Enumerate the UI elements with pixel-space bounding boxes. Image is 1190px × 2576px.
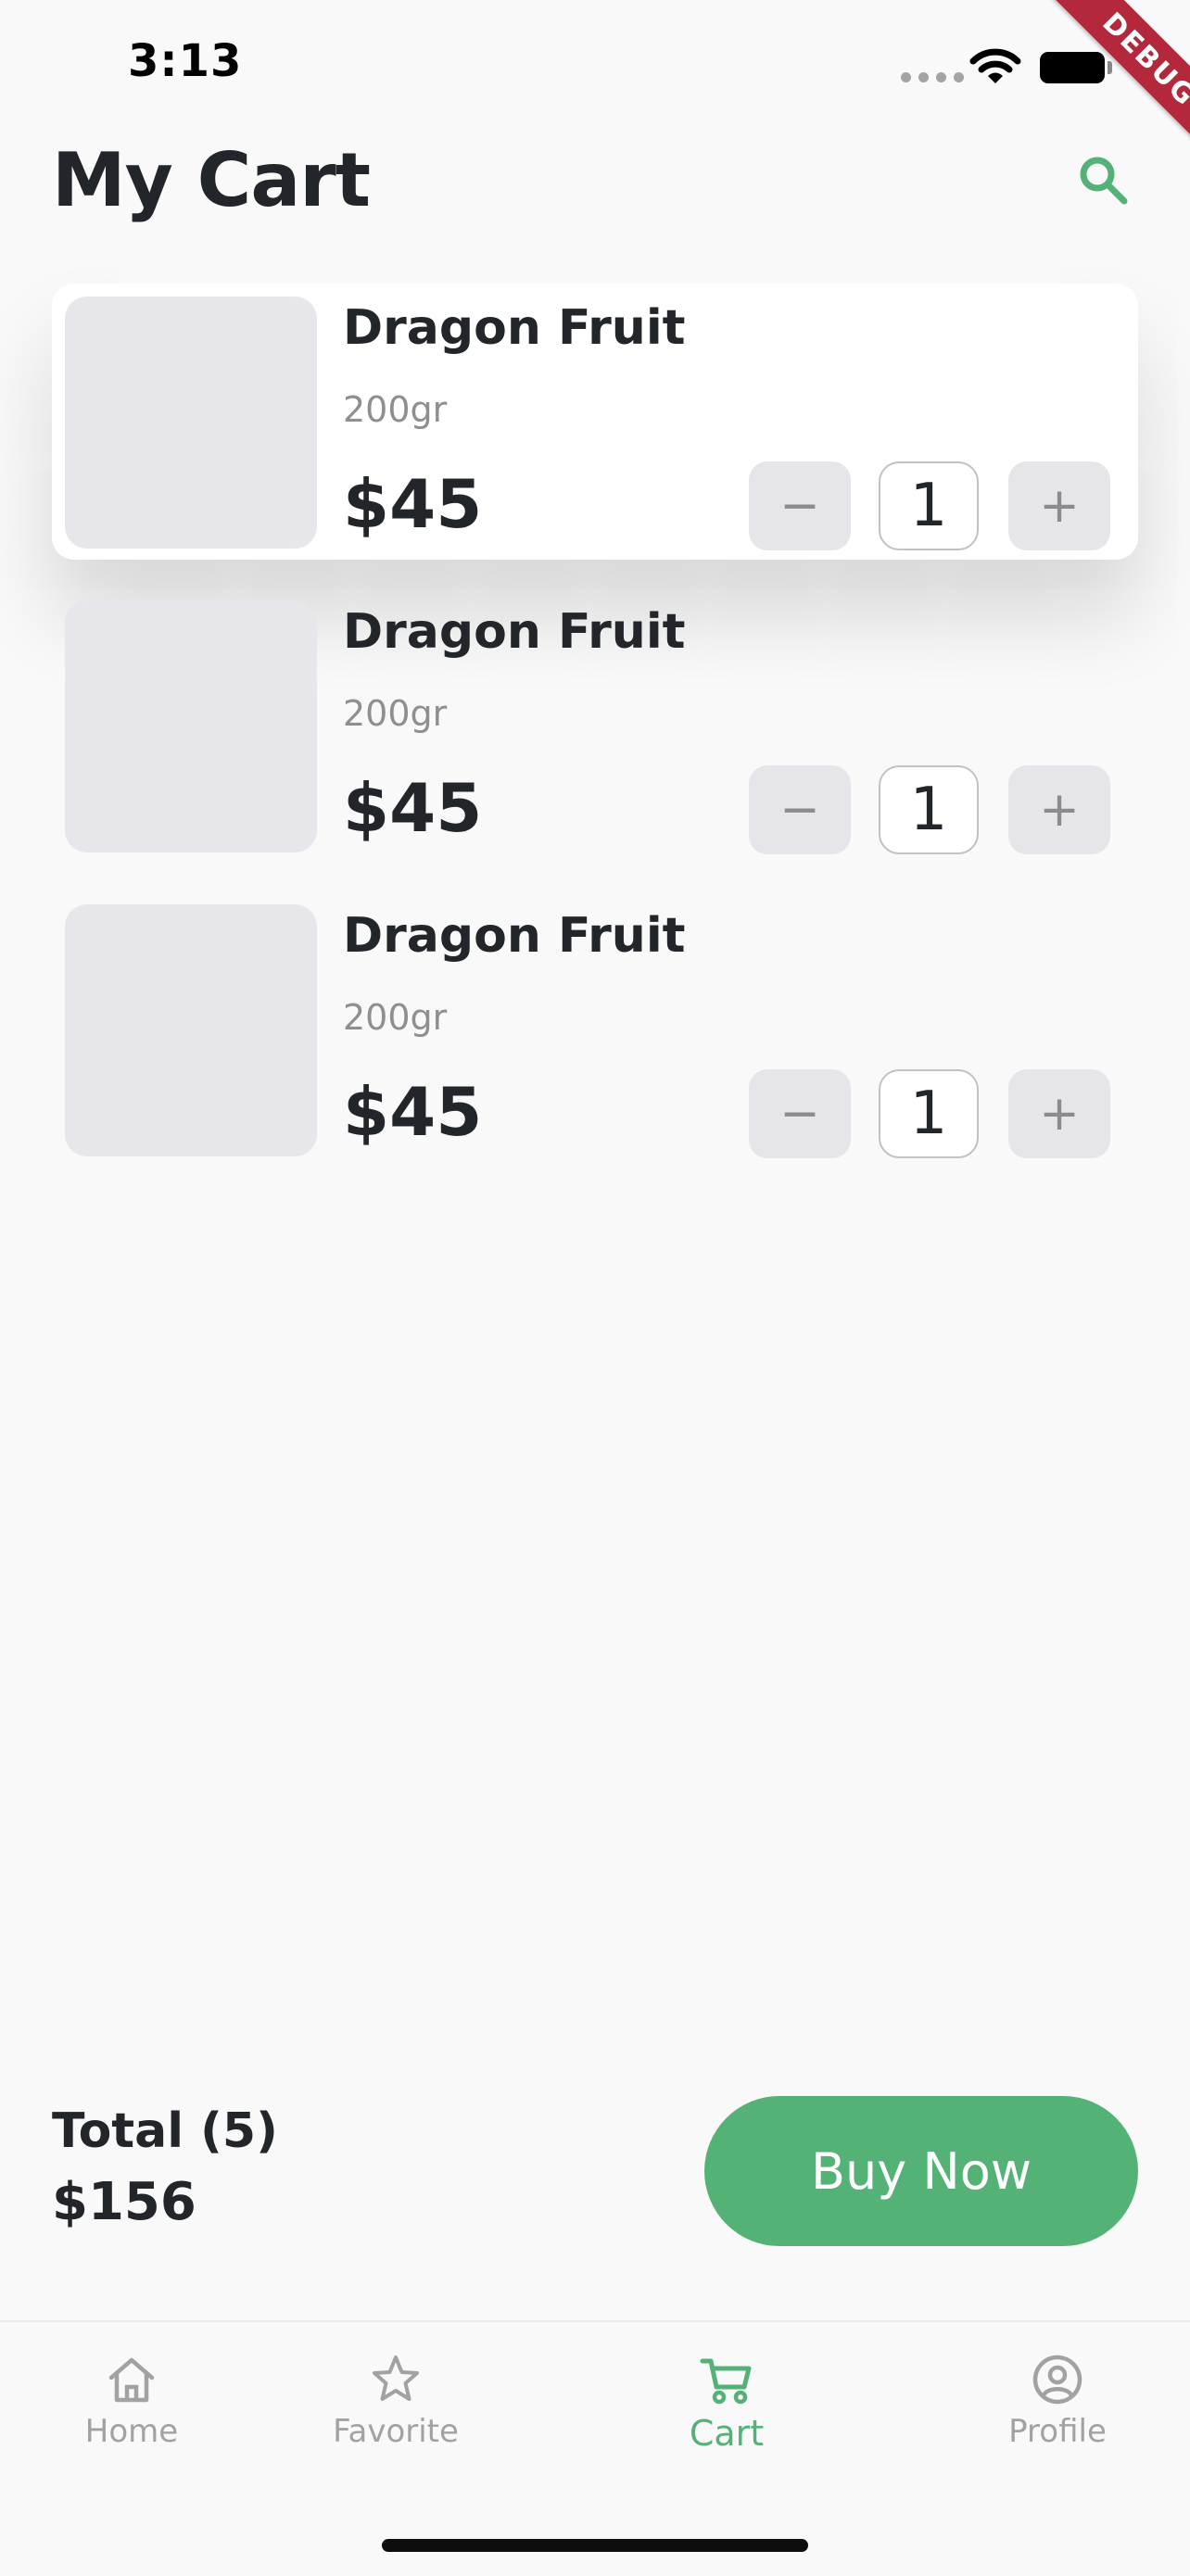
nav-item-favorite[interactable]: Favorite xyxy=(303,2352,488,2450)
cart-item[interactable]: Dragon Fruit 200gr $45 − 1 + xyxy=(52,587,1138,864)
product-name: Dragon Fruit xyxy=(343,604,686,660)
increase-quantity-button[interactable]: + xyxy=(1008,765,1110,854)
quantity-value: 1 xyxy=(879,765,979,854)
product-image xyxy=(65,297,317,549)
product-weight: 200gr xyxy=(343,997,448,1038)
nav-label-home: Home xyxy=(84,2413,179,2450)
nav-label-profile: Profile xyxy=(1008,2413,1107,2450)
product-name: Dragon Fruit xyxy=(343,908,686,964)
product-image xyxy=(65,600,317,852)
wifi-icon xyxy=(969,48,1021,83)
nav-item-profile[interactable]: Profile xyxy=(965,2352,1150,2450)
star-icon xyxy=(373,2355,419,2401)
nav-label-cart: Cart xyxy=(689,2413,765,2454)
search-icon[interactable] xyxy=(1075,152,1131,208)
cart-icon xyxy=(700,2358,752,2405)
buy-now-button[interactable]: Buy Now xyxy=(704,2096,1138,2246)
page-title: My Cart xyxy=(52,137,371,223)
increase-quantity-button[interactable]: + xyxy=(1008,1069,1110,1158)
battery-cap xyxy=(1108,61,1112,74)
decrease-quantity-button[interactable]: − xyxy=(749,461,851,550)
battery-icon xyxy=(1040,52,1105,83)
product-price: $45 xyxy=(343,769,483,847)
nav-item-cart[interactable]: Cart xyxy=(634,2352,819,2454)
status-time: 3:13 xyxy=(128,35,243,87)
total-label: Total (5) xyxy=(52,2103,278,2159)
total-amount: $156 xyxy=(52,2172,196,2232)
home-icon xyxy=(108,2357,155,2403)
decrease-quantity-button[interactable]: − xyxy=(749,1069,851,1158)
product-weight: 200gr xyxy=(343,693,448,734)
cellular-signal-icon xyxy=(901,72,964,82)
product-weight: 200gr xyxy=(343,389,448,430)
profile-icon xyxy=(1032,2355,1082,2405)
home-indicator xyxy=(382,2539,808,2552)
product-price: $45 xyxy=(343,465,483,543)
decrease-quantity-button[interactable]: − xyxy=(749,765,851,854)
nav-label-favorite: Favorite xyxy=(333,2413,459,2450)
product-price: $45 xyxy=(343,1073,483,1151)
cart-item[interactable]: Dragon Fruit 200gr $45 − 1 + xyxy=(52,891,1138,1168)
cart-item[interactable]: Dragon Fruit 200gr $45 − 1 + xyxy=(52,284,1138,560)
increase-quantity-button[interactable]: + xyxy=(1008,461,1110,550)
nav-item-home[interactable]: Home xyxy=(39,2352,224,2450)
product-image xyxy=(65,904,317,1156)
quantity-value: 1 xyxy=(879,461,979,550)
quantity-value: 1 xyxy=(879,1069,979,1158)
product-name: Dragon Fruit xyxy=(343,300,686,356)
